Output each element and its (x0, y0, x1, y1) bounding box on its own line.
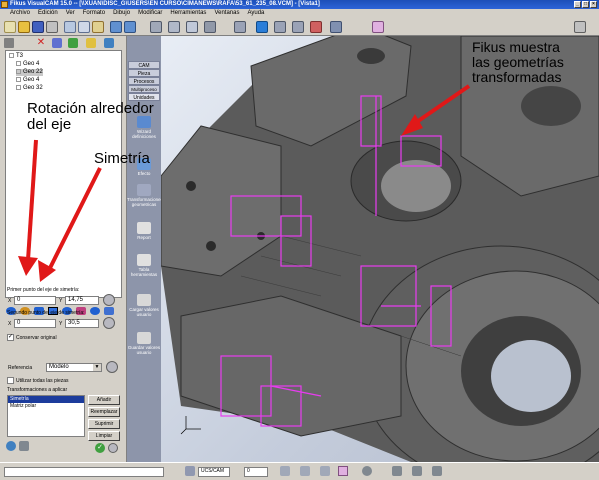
rotation-annotation: Rotación alrededor del eje (27, 100, 154, 133)
measure-icon[interactable] (392, 466, 402, 476)
layer-select[interactable]: 0 (244, 467, 268, 477)
ucs-select[interactable]: UCS/CAM (198, 467, 230, 477)
symmetry-annotation: Simetría (94, 150, 150, 167)
command-input[interactable] (4, 467, 164, 477)
snap-icon[interactable] (185, 466, 195, 476)
status-bar: UCS/CAM 0 (0, 462, 599, 480)
render-icon[interactable] (362, 466, 372, 476)
highlight-mode-icon[interactable] (338, 466, 348, 476)
fikus-annotation: Fikus muestra las geometrías transformad… (472, 39, 564, 85)
grid-icon[interactable] (300, 466, 310, 476)
layers-icon[interactable] (412, 466, 422, 476)
ortho-icon[interactable] (320, 466, 330, 476)
filter-icon[interactable] (280, 466, 290, 476)
display-icon[interactable] (432, 466, 442, 476)
